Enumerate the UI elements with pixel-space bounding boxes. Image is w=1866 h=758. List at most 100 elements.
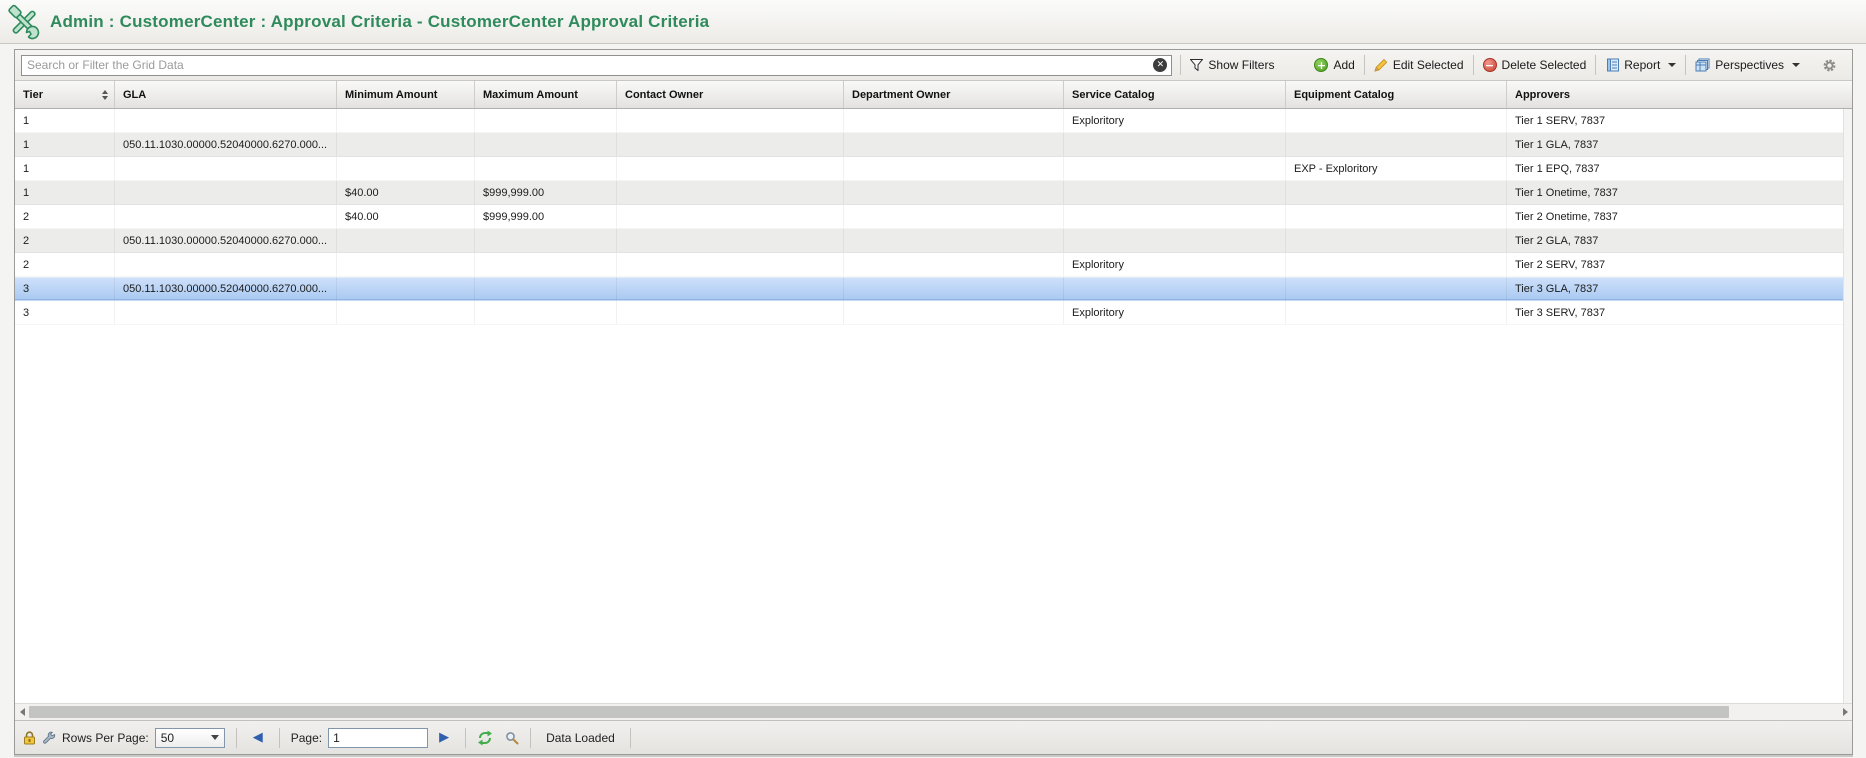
delete-selected-label: Delete Selected (1502, 58, 1587, 72)
grid-body: 1ExploritoryTier 1 SERV, 78371050.11.103… (15, 109, 1852, 703)
table-row[interactable]: 2050.11.1030.00000.52040000.6270.000... T… (15, 229, 1843, 253)
column-header-tier[interactable]: Tier (15, 81, 115, 108)
column-header-gla[interactable]: GLA (115, 81, 337, 108)
cell-min (337, 157, 475, 180)
cell-tier: 1 (15, 133, 115, 156)
scroll-left-arrow-icon[interactable] (15, 704, 29, 720)
column-header-max[interactable]: Maximum Amount (475, 81, 617, 108)
filter-funnel-icon (1190, 59, 1203, 71)
delete-selected-button[interactable]: − Delete Selected (1476, 58, 1594, 72)
wrench-icon[interactable] (42, 731, 56, 745)
column-header-label: Contact Owner (625, 89, 703, 101)
cell-service (1064, 205, 1286, 228)
vertical-scrollbar-track[interactable] (1843, 109, 1852, 703)
column-header-label: Department Owner (852, 89, 950, 101)
statusbar-divider (630, 728, 631, 748)
add-label: Add (1333, 58, 1354, 72)
cell-approvers: Tier 1 SERV, 7837 (1507, 109, 1843, 132)
table-row[interactable]: 1 Exploritory Tier 1 SERV, 7837 (15, 109, 1843, 133)
table-row[interactable]: 2ExploritoryTier 2 SERV, 7837 (15, 253, 1843, 277)
add-plus-icon: + (1314, 58, 1328, 72)
cell-min: $40.00 (337, 205, 475, 228)
edit-selected-label: Edit Selected (1393, 58, 1464, 72)
table-row[interactable]: 1EXP - ExploritoryTier 1 EPQ, 7837 (15, 157, 1843, 181)
previous-page-button[interactable]: ◀ (248, 730, 268, 745)
edit-selected-button[interactable]: Edit Selected (1367, 58, 1471, 72)
column-header-min[interactable]: Minimum Amount (337, 81, 475, 108)
column-header-contact[interactable]: Contact Owner (617, 81, 844, 108)
column-header-dept[interactable]: Department Owner (844, 81, 1064, 108)
cell-dept (844, 277, 1064, 300)
cell-approvers: Tier 2 GLA, 7837 (1507, 229, 1843, 252)
grid-header-row: TierGLAMinimum Amount Maximum Amount Conta… (15, 81, 1852, 109)
cell-tier: 3 (15, 301, 115, 324)
cell-tier: 1 (15, 109, 115, 132)
grid-panel: ✕ Show Filters + Add Edit Selected − Del… (14, 49, 1853, 755)
cell-tier: 2 (15, 229, 115, 252)
grid-toolbar: ✕ Show Filters + Add Edit Selected − Del… (15, 50, 1852, 81)
cell-max: $999,999.00 (475, 181, 617, 204)
cell-approvers: Tier 3 GLA, 7837 (1507, 277, 1843, 300)
cell-min (337, 277, 475, 300)
clear-search-icon[interactable]: ✕ (1153, 58, 1167, 72)
cell-approvers: Tier 3 SERV, 7837 (1507, 301, 1843, 324)
grid-rows: 1ExploritoryTier 1 SERV, 78371050.11.103… (15, 109, 1843, 703)
report-button[interactable]: Report (1598, 58, 1683, 72)
cell-approvers: Tier 1 GLA, 7837 (1507, 133, 1843, 156)
cell-service: Exploritory (1064, 253, 1286, 276)
cell-gla: 050.11.1030.00000.52040000.6270.000... (115, 277, 337, 300)
cell-dept (844, 109, 1064, 132)
grid-settings-button[interactable] (1815, 58, 1844, 73)
search-input[interactable] (21, 55, 1172, 76)
lock-icon[interactable] (23, 731, 36, 745)
cell-service: Exploritory (1064, 109, 1286, 132)
toolbar-divider (1180, 55, 1181, 75)
gear-icon (1822, 58, 1837, 73)
grid-status-bar: Rows Per Page: 50 ◀ Page: ▶ Data Loaded (15, 720, 1852, 754)
page-number-input[interactable] (328, 728, 428, 748)
cell-dept (844, 133, 1064, 156)
rows-per-page-value: 50 (161, 731, 174, 745)
toolbar-divider (1473, 55, 1474, 75)
cell-min (337, 133, 475, 156)
cell-min (337, 229, 475, 252)
table-row[interactable]: 3ExploritoryTier 3 SERV, 7837 (15, 301, 1843, 325)
cell-max (475, 109, 617, 132)
table-row[interactable]: 3050.11.1030.00000.52040000.6270.000...T… (15, 277, 1843, 301)
cell-tier: 2 (15, 205, 115, 228)
perspectives-button[interactable]: Perspectives (1688, 58, 1807, 72)
search-magnifier-icon[interactable] (505, 731, 519, 745)
cell-equipment (1286, 277, 1507, 300)
column-header-service[interactable]: Service Catalog (1064, 81, 1286, 108)
cell-gla (115, 109, 337, 132)
table-row[interactable]: 1050.11.1030.00000.52040000.6270.000...T… (15, 133, 1843, 157)
next-page-button[interactable]: ▶ (434, 730, 454, 745)
cell-tier: 1 (15, 157, 115, 180)
add-button[interactable]: + Add (1307, 58, 1361, 72)
column-header-label: Maximum Amount (483, 89, 578, 101)
cell-gla: 050.11.1030.00000.52040000.6270.000... (115, 229, 337, 252)
toolbar-divider (1595, 55, 1596, 75)
scroll-right-arrow-icon[interactable] (1838, 704, 1852, 720)
cell-dept (844, 205, 1064, 228)
column-header-approvers[interactable]: Approvers (1507, 81, 1852, 108)
column-header-equipment[interactable]: Equipment Catalog (1286, 81, 1507, 108)
cell-gla (115, 157, 337, 180)
table-row[interactable]: 1$40.00$999,999.00Tier 1 Onetime, 7837 (15, 181, 1843, 205)
cell-max (475, 133, 617, 156)
statusbar-divider (279, 728, 280, 748)
sort-icon[interactable] (102, 90, 108, 100)
table-row[interactable]: 2$40.00$999,999.00Tier 2 Onetime, 7837 (15, 205, 1843, 229)
column-header-label: Approvers (1515, 89, 1570, 101)
show-filters-button[interactable]: Show Filters (1183, 58, 1281, 72)
refresh-icon[interactable] (477, 730, 493, 746)
cell-contact (617, 109, 844, 132)
cell-dept (844, 181, 1064, 204)
cell-contact (617, 253, 844, 276)
column-header-label: Service Catalog (1072, 89, 1155, 101)
rows-per-page-select[interactable]: 50 (155, 728, 225, 748)
cell-tier: 1 (15, 181, 115, 204)
horizontal-scrollbar-thumb[interactable] (29, 706, 1729, 718)
cell-max (475, 157, 617, 180)
cell-service (1064, 133, 1286, 156)
